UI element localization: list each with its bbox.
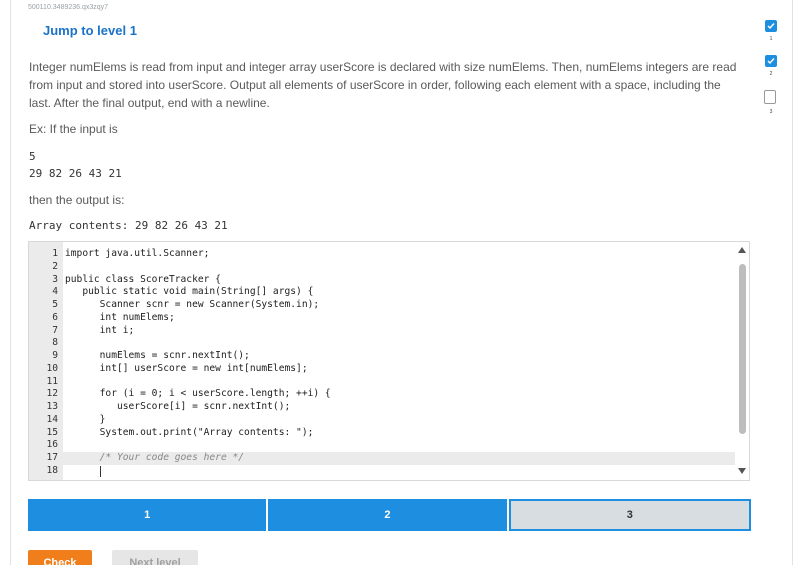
line-number: 6 <box>52 311 58 323</box>
line-code[interactable]: int[] userScore = new int[numElems]; <box>65 363 308 376</box>
example-input-line-1: 5 <box>29 150 36 163</box>
example-output-line: Array contents: 29 82 26 43 21 <box>29 219 228 232</box>
line-code[interactable]: Scanner scnr = new Scanner(System.in); <box>65 299 320 312</box>
level-3-tab[interactable]: 3 <box>508 499 751 531</box>
check-button[interactable]: Check <box>28 550 92 565</box>
level-2-checkmark-icon <box>765 55 777 67</box>
text-cursor <box>100 465 101 477</box>
line-number: 18 <box>46 464 58 476</box>
line-code[interactable]: } <box>65 414 106 427</box>
code-line[interactable]: 6 int numElems; <box>29 312 735 325</box>
line-number: 15 <box>46 426 58 438</box>
example-input-line-2: 29 82 26 43 21 <box>29 167 122 180</box>
code-line[interactable]: 8 <box>29 337 735 350</box>
line-code[interactable]: /* Your code goes here */ <box>65 452 244 465</box>
line-code[interactable]: userScore[i] = scnr.nextInt(); <box>65 401 290 414</box>
scroll-down-arrow-icon[interactable] <box>738 468 746 474</box>
code-line[interactable]: 18 <box>29 465 735 478</box>
code-line[interactable]: 16 <box>29 439 735 452</box>
code-lines[interactable]: 1 import java.util.Scanner; 2 3 public class… <box>29 248 735 478</box>
line-code[interactable]: int numElems; <box>65 312 175 325</box>
level-3-marker-label: 3 <box>769 109 773 115</box>
line-number: 16 <box>46 439 58 451</box>
output-label: then the output is: <box>29 193 125 207</box>
level-2-marker-label: 2 <box>769 71 773 77</box>
line-code[interactable]: public class ScoreTracker { <box>65 274 221 287</box>
line-number: 1 <box>52 248 58 259</box>
code-line[interactable]: 10 int[] userScore = new int[numElems]; <box>29 363 735 376</box>
code-line[interactable]: 7 int i; <box>29 325 735 338</box>
code-line[interactable]: 12 for (i = 0; i < userScore.length; ++i… <box>29 388 735 401</box>
line-number: 13 <box>46 401 58 412</box>
level-3-box-icon <box>764 90 776 104</box>
code-line[interactable]: 14 } <box>29 414 735 427</box>
line-number: 5 <box>52 299 58 310</box>
activity-id: 500110.3489236.qx3zqy7 <box>28 4 109 11</box>
level-1-checkmark-icon <box>765 20 777 32</box>
line-code[interactable]: System.out.print("Array contents: "); <box>65 427 314 440</box>
code-line[interactable]: 17 /* Your code goes here */ <box>29 452 735 465</box>
code-line[interactable]: 3 public class ScoreTracker { <box>29 274 735 287</box>
line-code[interactable]: numElems = scnr.nextInt(); <box>65 350 250 363</box>
code-line[interactable]: 11 <box>29 376 735 389</box>
line-code[interactable]: public static void main(String[] args) { <box>65 286 313 299</box>
line-number: 4 <box>52 286 58 298</box>
level-1-marker-label: 1 <box>769 36 773 42</box>
line-code[interactable]: int i; <box>65 325 135 338</box>
line-number: 3 <box>52 273 58 285</box>
code-line[interactable]: 13 userScore[i] = scnr.nextInt(); <box>29 401 735 414</box>
code-line[interactable]: 5 Scanner scnr = new Scanner(System.in); <box>29 299 735 312</box>
code-line[interactable]: 15 System.out.print("Array contents: "); <box>29 427 735 440</box>
jump-to-level-link[interactable]: Jump to level 1 <box>43 23 137 38</box>
example-label: Ex: If the input is <box>29 122 118 136</box>
line-number: 12 <box>46 388 58 400</box>
code-line[interactable]: 2 <box>29 261 735 274</box>
next-level-button: Next level <box>112 550 198 565</box>
code-editor[interactable]: 1 import java.util.Scanner; 2 3 public class… <box>28 241 750 481</box>
line-number: 7 <box>52 324 58 336</box>
editor-scrollbar[interactable] <box>735 242 749 480</box>
code-line[interactable]: 9 numElems = scnr.nextInt(); <box>29 350 735 363</box>
scroll-up-arrow-icon[interactable] <box>738 247 746 253</box>
scrollbar-thumb[interactable] <box>739 264 746 434</box>
line-number: 17 <box>46 452 58 463</box>
line-code[interactable]: import java.util.Scanner; <box>65 248 209 261</box>
line-number: 8 <box>52 337 58 349</box>
code-line[interactable]: 4 public static void main(String[] args)… <box>29 286 735 299</box>
line-code[interactable]: for (i = 0; i < userScore.length; ++i) { <box>65 388 331 401</box>
line-number: 11 <box>46 375 58 387</box>
line-number: 10 <box>46 362 58 374</box>
line-number: 2 <box>52 260 58 272</box>
line-number: 9 <box>52 350 58 361</box>
level-1-tab[interactable]: 1 <box>28 499 267 531</box>
code-line[interactable]: 1 import java.util.Scanner; <box>29 248 735 261</box>
level-2-tab[interactable]: 2 <box>268 499 507 531</box>
level-progress-bar: 1 2 3 <box>28 499 751 531</box>
problem-description: Integer numElems is read from input and … <box>29 60 737 110</box>
line-number: 14 <box>46 413 58 425</box>
